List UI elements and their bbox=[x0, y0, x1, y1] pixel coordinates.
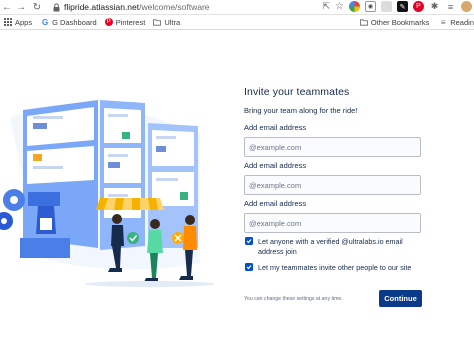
other-bookmarks-label: Other Bookmarks bbox=[370, 18, 430, 27]
back-icon[interactable]: ← bbox=[1, 1, 13, 13]
pinterest-extension-icon[interactable]: P bbox=[413, 1, 424, 12]
google-icon: G bbox=[41, 17, 49, 27]
email-field-label: Add email address bbox=[244, 199, 307, 208]
teammates-invite-label: Let my teammates invite other people to … bbox=[258, 263, 412, 272]
email-field-group-1: Add email address bbox=[244, 123, 421, 157]
forward-icon[interactable]: → bbox=[15, 1, 27, 13]
url-host: flipride.atlassian.net bbox=[64, 2, 140, 12]
bookmark-apps[interactable]: Apps bbox=[4, 18, 32, 27]
email-field-label: Add email address bbox=[244, 123, 307, 132]
domain-join-checkbox[interactable] bbox=[245, 237, 253, 245]
bookmark-apps-label: Apps bbox=[15, 17, 33, 27]
bookmark-ultra[interactable]: Ultra bbox=[153, 18, 180, 27]
email-field-group-2: Add email address bbox=[244, 161, 421, 195]
grey-extension-icon[interactable] bbox=[381, 1, 392, 12]
email-field[interactable] bbox=[244, 137, 421, 157]
email-field-group-3: Add email address bbox=[244, 199, 421, 233]
teammates-illustration bbox=[0, 88, 230, 298]
board-column-1 bbox=[23, 100, 98, 248]
url-field[interactable]: flipride.atlassian.net/welcome/software bbox=[64, 2, 210, 12]
url-path: /welcome/software bbox=[139, 2, 210, 12]
star-icon[interactable]: ☆ bbox=[335, 1, 344, 12]
email-field-label: Add email address bbox=[244, 161, 307, 170]
green-check-badge bbox=[127, 232, 139, 244]
folder-icon bbox=[359, 19, 368, 27]
extension-toolbar: ⇱ ☆ ◉ ✎ P ✱ ≡ bbox=[322, 1, 474, 12]
continue-button[interactable]: Continue bbox=[379, 290, 422, 307]
bookmarks-right: Other Bookmarks ≡ Readin bbox=[352, 15, 474, 30]
bookmark-dashboard-label: G Dashboard bbox=[52, 17, 97, 27]
email-field[interactable] bbox=[244, 213, 421, 233]
bookmarks-bar: Apps G G Dashboard P Pinterest Ultra Oth… bbox=[0, 15, 474, 30]
page-subtitle: Bring your team along for the ride! bbox=[244, 106, 358, 115]
camera-extension-icon[interactable]: ◉ bbox=[365, 1, 376, 12]
domain-join-label: Let anyone with a verified @ultralabs.io… bbox=[258, 237, 403, 256]
share-icon[interactable]: ⇱ bbox=[322, 1, 330, 12]
reading-list-label: Readin bbox=[450, 18, 474, 27]
awning bbox=[96, 198, 164, 210]
teammates-invite-checkbox[interactable] bbox=[245, 263, 253, 271]
reading-list[interactable]: ≡ Readin bbox=[439, 18, 474, 27]
pinterest-icon: P bbox=[104, 18, 113, 26]
email-field[interactable] bbox=[244, 175, 421, 195]
extension-multicolor-icon[interactable] bbox=[349, 1, 360, 12]
puzzle-extension-icon[interactable]: ✱ bbox=[429, 1, 440, 12]
other-bookmarks[interactable]: Other Bookmarks bbox=[359, 18, 430, 27]
domain-join-option: Let anyone with a verified @ultralabs.io… bbox=[245, 237, 428, 257]
bookmark-dashboard[interactable]: G G Dashboard bbox=[41, 18, 97, 27]
profile-avatar-icon[interactable] bbox=[461, 1, 472, 12]
reload-icon[interactable]: ↻ bbox=[31, 1, 43, 13]
apps-grid-icon bbox=[4, 18, 12, 26]
lock-icon[interactable] bbox=[51, 1, 61, 13]
page-title: Invite your teammates bbox=[244, 86, 350, 98]
settings-note: You can change these settings at any tim… bbox=[244, 296, 343, 302]
teammates-invite-option: Let my teammates invite other people to … bbox=[245, 263, 428, 273]
browser-address-bar: ← → ↻ flipride.atlassian.net/welcome/sof… bbox=[0, 0, 474, 15]
bookmark-ultra-label: Ultra bbox=[164, 17, 181, 27]
folder-icon bbox=[153, 18, 162, 26]
black-extension-icon[interactable]: ✎ bbox=[397, 1, 408, 12]
reading-list-icon: ≡ bbox=[440, 18, 446, 27]
bookmark-pinterest[interactable]: P Pinterest bbox=[104, 17, 146, 27]
bookmark-pinterest-label: Pinterest bbox=[115, 17, 146, 27]
reading-extension-icon[interactable]: ≡ bbox=[445, 1, 456, 12]
